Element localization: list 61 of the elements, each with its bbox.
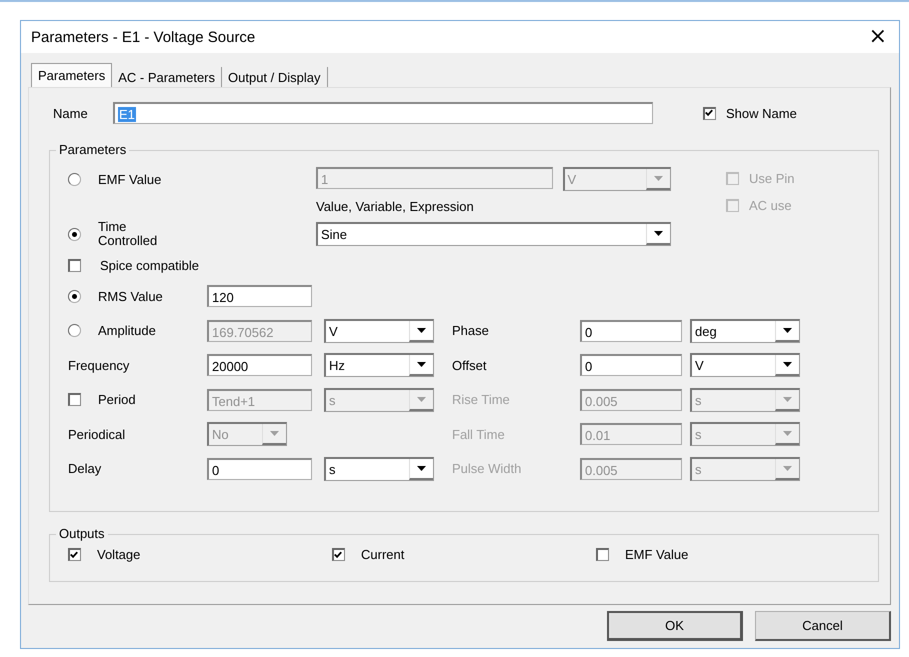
caret-icon <box>417 362 426 368</box>
unit-dropdown[interactable]: V <box>324 318 434 343</box>
waveform-dropdown[interactable]: Sine <box>316 222 671 246</box>
checkbox[interactable] <box>703 106 716 120</box>
value-field[interactable]: 0 <box>580 354 682 376</box>
radio-label: EMF Value <box>98 172 162 186</box>
checkbox-label: Period <box>98 392 136 408</box>
radio-label: Time Controlled <box>98 220 158 248</box>
field-label: Pulse Width <box>452 461 522 476</box>
caret-icon <box>417 328 426 333</box>
caret-icon <box>417 396 426 402</box>
field-label: Offset <box>452 358 486 373</box>
value-field[interactable]: 20000 <box>207 354 312 376</box>
cancel-button[interactable]: Cancel <box>755 611 891 641</box>
field-label: Delay <box>68 461 102 476</box>
checkbox-label: Use Pin <box>749 171 795 186</box>
checkbox-label: Voltage <box>97 547 140 562</box>
name-label: Name <box>53 106 89 120</box>
unit-dropdown[interactable]: s <box>324 456 434 481</box>
value-field[interactable]: 0 <box>207 458 312 480</box>
checkbox[interactable] <box>68 548 81 561</box>
field-label: Fall Time <box>452 426 505 442</box>
radio-button[interactable] <box>68 324 81 338</box>
checkbox[interactable] <box>596 548 609 561</box>
field-label: Rise Time <box>452 392 510 408</box>
checkbox-label: Spice compatible <box>100 258 199 273</box>
ok-button[interactable]: OK <box>607 611 743 641</box>
hint-text: Value, Variable, Expression <box>316 199 475 214</box>
caret-icon <box>654 176 663 181</box>
group-title: Parameters <box>56 142 130 157</box>
unit-dropdown[interactable]: deg <box>690 318 800 343</box>
value-field[interactable]: 0 <box>580 320 682 342</box>
tab[interactable]: Parameters <box>31 63 112 87</box>
caret-icon <box>783 466 792 471</box>
caret-icon <box>783 431 792 436</box>
checkbox[interactable] <box>68 393 81 406</box>
group-title: Outputs <box>56 526 108 541</box>
checkbox-label: Show Name <box>726 106 797 120</box>
caret-icon <box>783 362 792 368</box>
caret-icon <box>654 231 663 236</box>
value-field[interactable]: 120 <box>207 285 312 308</box>
window-title: Parameters - E1 - Voltage Source <box>31 28 256 46</box>
close-button[interactable]: × <box>864 26 891 48</box>
radio-button[interactable] <box>68 228 81 240</box>
caret-icon <box>417 466 426 471</box>
checkbox[interactable] <box>332 548 345 561</box>
field-label: Phase <box>452 323 489 338</box>
unit-dropdown[interactable]: V <box>690 353 800 378</box>
caret-icon <box>783 328 792 333</box>
caret-icon <box>270 431 279 436</box>
unit-dropdown[interactable]: Hz <box>324 353 434 378</box>
caret-icon <box>783 396 792 402</box>
field-label: Periodical <box>68 426 126 442</box>
radio-label: Amplitude <box>98 323 156 338</box>
radio-button[interactable] <box>68 290 81 303</box>
checkbox[interactable] <box>68 259 81 272</box>
checkbox-label: Current <box>361 547 404 562</box>
radio-label: RMS Value <box>98 288 163 304</box>
checkbox-label: AC use <box>749 198 792 213</box>
field-label: Frequency <box>68 358 130 373</box>
checkbox-label: EMF Value <box>625 547 688 562</box>
